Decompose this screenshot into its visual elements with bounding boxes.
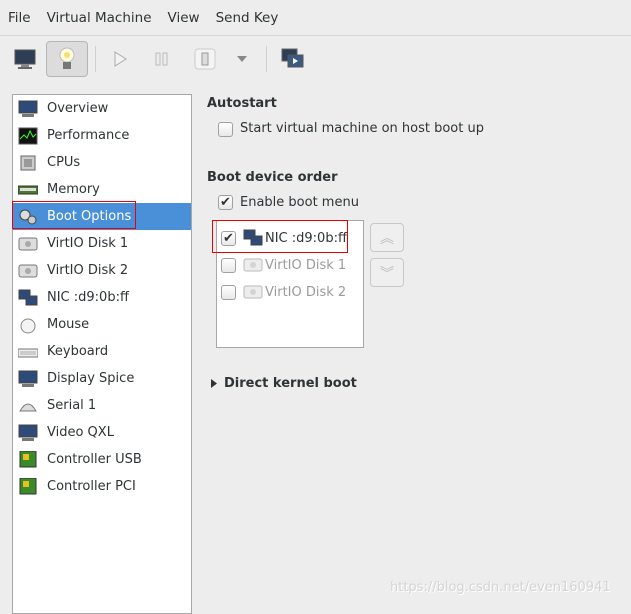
direct-kernel-boot-expander[interactable]: Direct kernel boot: [211, 376, 357, 391]
monitor-icon: [17, 369, 39, 389]
boot-device-checkbox[interactable]: [221, 257, 236, 273]
sidebar-item-memory[interactable]: Memory: [13, 176, 191, 203]
sidebar-item-virtio-disk-2[interactable]: VirtIO Disk 2: [13, 257, 191, 284]
watermark: https://blog.csdn.net/even160941: [390, 580, 611, 595]
boot-order-heading: Boot device order: [207, 170, 338, 185]
serial-icon: [17, 396, 39, 416]
sidebar-item-label: Boot Options: [47, 209, 132, 224]
sidebar-item-label: Video QXL: [47, 425, 114, 440]
menubar: File Virtual Machine View Send Key: [0, 0, 631, 36]
keyboard-icon: [17, 342, 39, 362]
boot-device-row[interactable]: ✔ NIC :d9:0b:ff: [221, 229, 347, 247]
sidebar-item-label: Controller PCI: [47, 479, 136, 494]
direct-kernel-boot-label: Direct kernel boot: [224, 376, 357, 391]
monitor-icon: [14, 49, 36, 69]
sidebar-item-performance[interactable]: Performance: [13, 122, 191, 149]
monitor-icon: [17, 423, 39, 443]
sidebar-item-keyboard[interactable]: Keyboard: [13, 338, 191, 365]
sidebar-item-serial-1[interactable]: Serial 1: [13, 392, 191, 419]
menu-virtual-machine[interactable]: Virtual Machine: [39, 10, 160, 26]
sidebar-item-label: NIC :d9:0b:ff: [47, 290, 129, 305]
performance-graph-icon: [17, 126, 39, 146]
lightbulb-icon: [59, 47, 75, 69]
details-button[interactable]: [46, 41, 88, 77]
disk-icon: [17, 234, 39, 254]
network-icon: [243, 229, 263, 247]
mouse-icon: [17, 315, 39, 335]
move-up-button[interactable]: ︽: [370, 223, 404, 252]
disk-icon: [17, 261, 39, 281]
boot-device-label: VirtIO Disk 2: [265, 284, 347, 300]
boot-device-label: VirtIO Disk 1: [265, 257, 347, 273]
cpu-icon: [17, 153, 39, 173]
sidebar-item-label: Memory: [47, 182, 100, 197]
sidebar-item-label: Controller USB: [47, 452, 142, 467]
screens-icon: [281, 48, 304, 68]
sidebar-item-controller-pci[interactable]: Controller PCI: [13, 473, 191, 500]
play-icon: [114, 51, 127, 67]
sidebar-item-display-spice[interactable]: Display Spice: [13, 365, 191, 392]
pause-button[interactable]: [142, 41, 182, 77]
power-icon: [194, 48, 216, 70]
sidebar-item-overview[interactable]: Overview: [13, 95, 191, 122]
console-button[interactable]: [5, 41, 45, 77]
boot-device-checkbox[interactable]: [221, 284, 236, 300]
disk-icon: [243, 283, 263, 301]
shutdown-button[interactable]: [185, 41, 225, 77]
shutdown-menu-button[interactable]: [234, 41, 250, 77]
enable-boot-menu-checkbox[interactable]: ✔: [218, 195, 233, 210]
controller-card-icon: [17, 477, 39, 497]
chevron-up-icon: ︽: [380, 230, 394, 247]
boot-device-row[interactable]: VirtIO Disk 1: [221, 256, 346, 274]
gears-icon: [17, 207, 39, 227]
sidebar-item-virtio-disk-1[interactable]: VirtIO Disk 1: [13, 230, 191, 257]
menu-view[interactable]: View: [160, 10, 208, 26]
controller-card-icon: [17, 450, 39, 470]
sidebar-item-label: Performance: [47, 128, 130, 143]
sidebar-item-cpus[interactable]: CPUs: [13, 149, 191, 176]
move-down-button[interactable]: ︾: [370, 258, 404, 287]
monitor-icon: [17, 99, 39, 119]
sidebar-item-label: Keyboard: [47, 344, 109, 359]
sidebar-item-controller-usb[interactable]: Controller USB: [13, 446, 191, 473]
fullscreen-button[interactable]: [273, 41, 313, 77]
sidebar-item-label: VirtIO Disk 1: [47, 236, 129, 251]
menu-file[interactable]: File: [0, 10, 39, 26]
boot-device-label: NIC :d9:0b:ff: [265, 230, 347, 246]
hardware-list[interactable]: Overview Performance CPUs Memory Boot Option…: [12, 94, 192, 614]
sidebar-item-mouse[interactable]: Mouse: [13, 311, 191, 338]
dropdown-icon: [237, 56, 247, 62]
sidebar-item-label: Display Spice: [47, 371, 135, 386]
sidebar-item-label: Mouse: [47, 317, 90, 332]
network-icon: [17, 288, 39, 308]
sidebar-item-video-qxl[interactable]: Video QXL: [13, 419, 191, 446]
enable-boot-menu-label: Enable boot menu: [240, 195, 359, 210]
sidebar-item-label: Serial 1: [47, 398, 97, 413]
autostart-heading: Autostart: [207, 96, 277, 111]
boot-device-list[interactable]: ✔ NIC :d9:0b:ff VirtIO Disk 1 VirtIO Disk 2: [216, 220, 364, 348]
sidebar-item-label: VirtIO Disk 2: [47, 263, 129, 278]
sidebar-item-nic-d9-0b-ff[interactable]: NIC :d9:0b:ff: [13, 284, 191, 311]
pause-icon: [155, 52, 168, 66]
menu-send-key[interactable]: Send Key: [208, 10, 287, 26]
boot-device-row[interactable]: VirtIO Disk 2: [221, 283, 346, 301]
expander-arrow-icon: [211, 379, 217, 388]
sidebar-item-label: Overview: [47, 101, 109, 116]
run-button[interactable]: [100, 41, 140, 77]
autostart-checkbox[interactable]: [218, 122, 233, 137]
boot-device-checkbox[interactable]: ✔: [221, 230, 236, 246]
chevron-down-icon: ︾: [380, 265, 394, 282]
sidebar-item-boot-options[interactable]: Boot Options: [13, 203, 191, 230]
disk-icon: [243, 256, 263, 274]
autostart-label: Start virtual machine on host boot up: [240, 121, 484, 136]
sidebar-item-label: CPUs: [47, 155, 81, 170]
memory-icon: [17, 180, 39, 200]
